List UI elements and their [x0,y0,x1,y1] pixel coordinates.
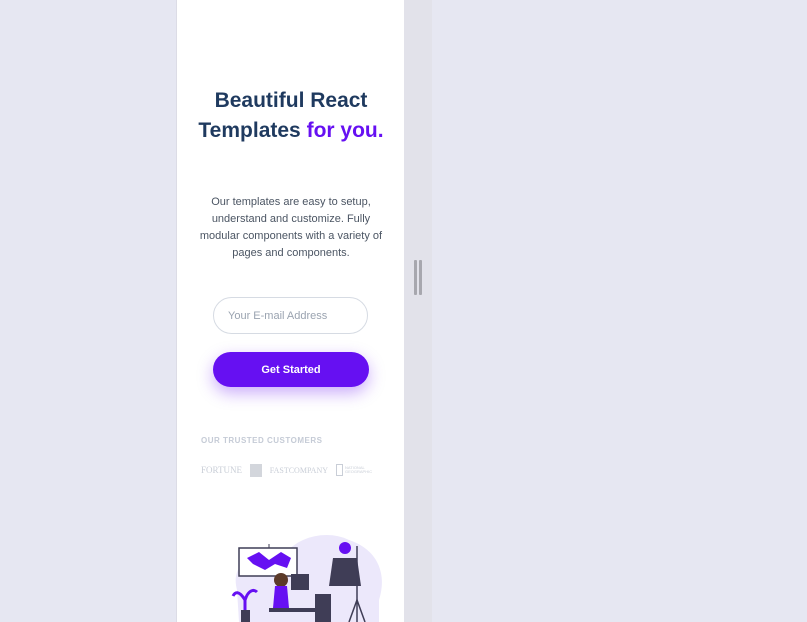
preview-frame: Beautiful React Templates for you. Our t… [176,0,404,622]
hero-description: Our templates are easy to setup, underst… [199,196,383,259]
customer-logos: FORTUNE FASTCOMPANY NATIONAL GEOGRAPHIC [201,463,373,477]
headline-accent: for you. [306,119,384,142]
fastcompany-logo: FASTCOMPANY [269,465,328,475]
person-hair [274,573,288,587]
trusted-customers-title: OUR TRUSTED CUSTOMERS [201,436,323,445]
drawer-cabinet [315,594,331,622]
desk-monitor-icon [291,574,309,590]
fortune-logo: FORTUNE [201,465,242,475]
hanging-hat-icon [339,542,351,554]
natgeo-logo: NATIONAL GEOGRAPHIC [336,464,373,476]
email-input[interactable]: Your E-mail Address [213,297,368,334]
natgeo-logo-text: NATIONAL GEOGRAPHIC [345,465,373,474]
hanging-coat-icon [329,558,361,586]
plant-pot [241,610,250,622]
hero-headline: Beautiful React Templates for you. [177,86,404,146]
person-body [273,586,289,608]
desk [269,608,319,612]
newspaper-logo [249,463,262,477]
email-placeholder: Your E-mail Address [228,309,328,322]
get-started-button[interactable]: Get Started [213,352,369,387]
resize-gutter [404,0,432,622]
resize-handle[interactable] [414,260,422,295]
natgeo-frame-icon [336,464,343,476]
workspace-illustration [231,535,382,622]
